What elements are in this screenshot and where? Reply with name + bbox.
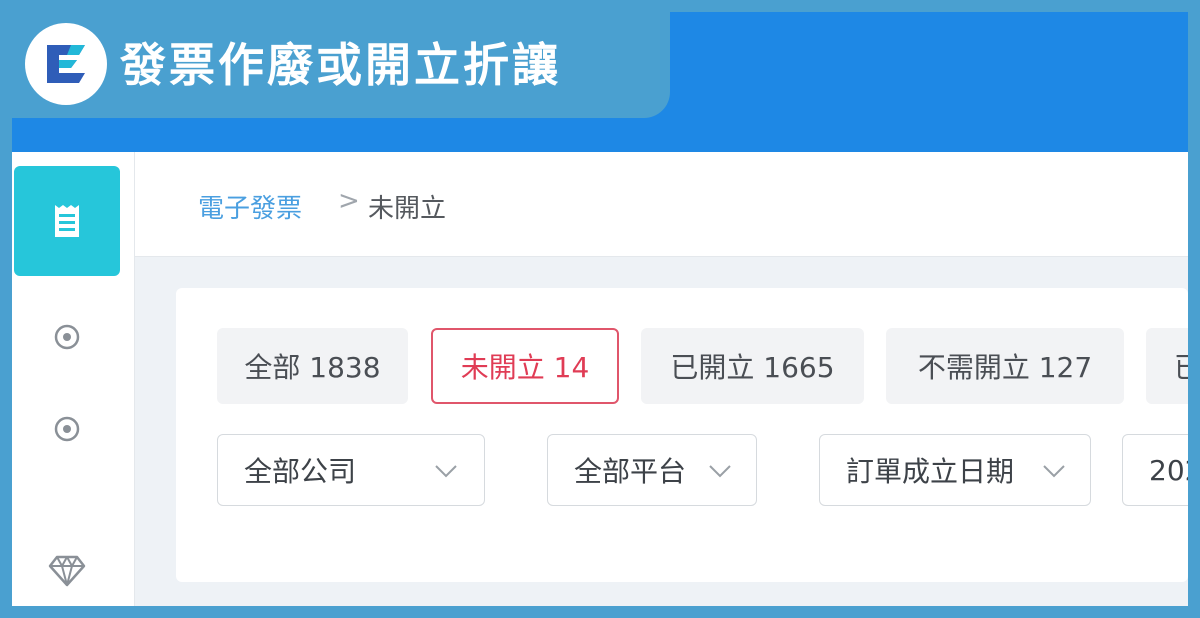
banner-title: 發票作廢或開立折讓 [120,38,561,92]
filter-card: 全部 1838 未開立 14 已開立 1665 不需開立 127 已 全部公司 … [176,288,1188,582]
tab-partial[interactable]: 已 [1146,328,1188,404]
breadcrumb-root-link[interactable]: 電子發票 [198,188,302,225]
sidebar [12,152,135,606]
breadcrumb: 電子發票 > 未開立 [135,152,1188,257]
app-window: 電子發票 > 未開立 全部 1838 未開立 14 已開立 1665 不需開立 … [12,12,1188,606]
invoice-list-icon [55,205,79,237]
sidebar-item-3[interactable] [48,410,86,448]
radio-dot-icon [54,416,80,442]
platform-select[interactable]: 全部平台 [547,434,757,506]
company-select-value: 全部公司 [244,455,357,488]
tab-not-required[interactable]: 不需開立 127 [886,328,1124,404]
date-type-select-value: 訂單成立日期 [846,455,1015,488]
chevron-down-icon [435,465,457,478]
platform-select-value: 全部平台 [574,455,687,488]
diamond-icon [48,555,86,587]
e-letter-logo-icon [47,45,85,83]
logo [25,23,107,105]
date-range-value: 202 [1149,453,1188,487]
breadcrumb-current: 未開立 [368,194,447,224]
sidebar-item-invoice[interactable] [14,166,120,276]
date-range-input[interactable]: 202 [1122,434,1188,506]
title-banner: 發票作廢或開立折讓 [12,12,670,118]
sidebar-item-2[interactable] [48,318,86,356]
tab-not-issued[interactable]: 未開立 14 [431,328,619,404]
breadcrumb-separator: > [338,186,360,216]
date-type-select[interactable]: 訂單成立日期 [819,434,1091,506]
chevron-down-icon [709,465,731,478]
tab-issued[interactable]: 已開立 1665 [641,328,864,404]
tab-all[interactable]: 全部 1838 [217,328,408,404]
sidebar-item-premium[interactable] [48,552,86,590]
radio-dot-icon [54,324,80,350]
company-select[interactable]: 全部公司 [217,434,485,506]
chevron-down-icon [1043,465,1065,478]
